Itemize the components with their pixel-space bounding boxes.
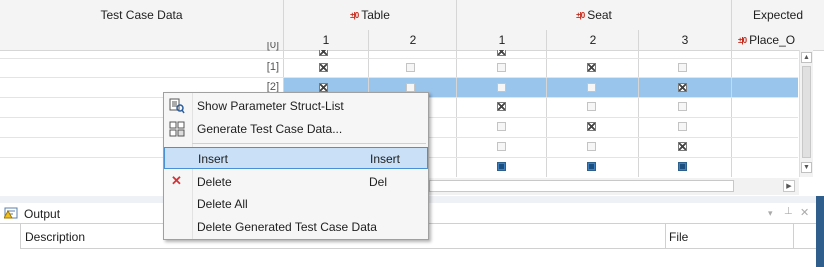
- checkbox[interactable]: [587, 162, 596, 171]
- checkbox[interactable]: [497, 102, 506, 111]
- row-divider: [0, 58, 798, 59]
- header-expected[interactable]: Expected: [732, 0, 824, 30]
- subheader-seat-1[interactable]: 1: [457, 30, 547, 50]
- scroll-down-icon[interactable]: ▼: [801, 162, 812, 173]
- checkbox[interactable]: [678, 162, 687, 171]
- col-file[interactable]: File: [669, 230, 688, 244]
- menu-item-shortcut: Del: [369, 175, 388, 189]
- checkbox[interactable]: [497, 83, 506, 92]
- divider: [665, 224, 666, 248]
- checkbox[interactable]: [678, 63, 687, 72]
- menu-item-label: Delete All: [197, 197, 248, 211]
- row-divider: [0, 77, 798, 78]
- dropdown-icon[interactable]: ▾: [768, 208, 773, 219]
- output-icon: [3, 207, 20, 219]
- scroll-up-icon[interactable]: ▲: [801, 52, 812, 63]
- output-title: Output: [24, 207, 61, 221]
- checkbox[interactable]: [406, 63, 415, 72]
- checkbox[interactable]: [319, 63, 328, 72]
- subheader-seat-2[interactable]: 2: [547, 30, 639, 50]
- menu-item-shortcut: Insert: [370, 152, 401, 166]
- menu-item-label: Insert: [198, 152, 229, 166]
- struct-list-icon: [169, 98, 185, 114]
- subheader-table-2[interactable]: 2: [369, 30, 457, 50]
- header-table-label: Table: [361, 8, 390, 22]
- checkbox[interactable]: [497, 50, 506, 56]
- checkbox[interactable]: [497, 122, 506, 131]
- checkbox[interactable]: [497, 142, 506, 151]
- scrollbar-thumb[interactable]: [429, 180, 734, 192]
- header-test-case-data[interactable]: Test Case Data: [0, 0, 283, 30]
- generate-icon: [169, 121, 185, 137]
- parameter-icon: ±|0: [738, 35, 747, 45]
- divider: [456, 0, 457, 177]
- checkbox[interactable]: [587, 142, 596, 151]
- checkbox[interactable]: [678, 102, 687, 111]
- header-seat-label: Seat: [587, 8, 612, 22]
- col-description[interactable]: Description: [25, 230, 85, 244]
- menu-item-label: Generate Test Case Data...: [197, 122, 343, 136]
- checkbox[interactable]: [587, 102, 596, 111]
- scroll-right-icon[interactable]: ▶: [783, 180, 795, 192]
- menu-item-delete[interactable]: ✕ Delete Del: [164, 171, 428, 193]
- menu-item-delete-all[interactable]: Delete All: [164, 193, 428, 215]
- window-edge: [816, 196, 824, 267]
- checkbox[interactable]: [319, 50, 328, 56]
- row-label: [1]: [266, 61, 279, 73]
- checkbox[interactable]: [678, 122, 687, 131]
- menu-item-label: Show Parameter Struct-List: [197, 99, 344, 113]
- header-seat[interactable]: ±|0 Seat: [457, 0, 731, 30]
- divider: [731, 0, 732, 177]
- checkbox[interactable]: [678, 83, 687, 92]
- pin-icon[interactable]: ⊥: [784, 206, 793, 217]
- output-body: [0, 253, 824, 267]
- close-icon[interactable]: ✕: [800, 206, 809, 219]
- subheader-place-label: Place_O: [749, 33, 796, 47]
- context-menu: Show Parameter Struct-List Generate Test…: [163, 92, 429, 240]
- subheader-table-1[interactable]: 1: [284, 30, 368, 50]
- checkbox[interactable]: [587, 63, 596, 72]
- subheader-seat-3[interactable]: 3: [639, 30, 731, 50]
- scrollbar-thumb[interactable]: [802, 66, 811, 158]
- horizontal-scrollbar[interactable]: ▶: [425, 178, 799, 195]
- menu-item-generate-test-case-data[interactable]: Generate Test Case Data...: [164, 118, 428, 140]
- checkbox[interactable]: [406, 83, 415, 92]
- checkbox[interactable]: [497, 162, 506, 171]
- delete-x-icon: ✕: [171, 173, 182, 188]
- divider: [793, 224, 794, 248]
- header-table[interactable]: ±|0 Table: [284, 0, 456, 30]
- checkbox[interactable]: [587, 122, 596, 131]
- menu-item-label: Delete Generated Test Case Data: [197, 220, 377, 234]
- row-0-partial: [0, 50, 798, 58]
- checkbox[interactable]: [319, 83, 328, 92]
- menu-separator: [192, 143, 426, 144]
- menu-item-delete-generated[interactable]: Delete Generated Test Case Data: [164, 216, 428, 238]
- subheader-expected-place[interactable]: ±|0 Place_O: [732, 30, 812, 50]
- checkbox[interactable]: [497, 63, 506, 72]
- vertical-scrollbar[interactable]: ▲ ▼: [799, 50, 813, 177]
- checkbox[interactable]: [587, 83, 596, 92]
- menu-item-show-parameter-struct-list[interactable]: Show Parameter Struct-List: [164, 95, 428, 117]
- checkbox[interactable]: [678, 142, 687, 151]
- parameter-icon: ±|0: [576, 10, 585, 20]
- menu-item-insert[interactable]: Insert Insert: [164, 147, 428, 169]
- menu-item-label: Delete: [197, 175, 232, 189]
- parameter-icon: ±|0: [350, 10, 359, 20]
